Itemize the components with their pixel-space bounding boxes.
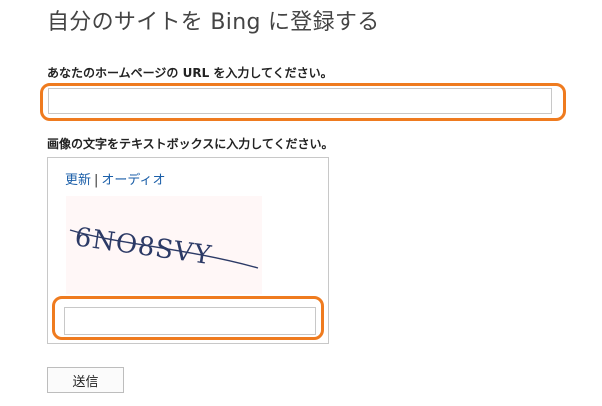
captcha-label: 画像の文字をテキストボックスに入力してください。 [47,137,334,151]
page-title: 自分のサイトを Bing に登録する [47,10,380,35]
url-input[interactable] [48,88,552,114]
url-field-label: あなたのホームページの URL を入力してください。 [47,66,333,80]
captcha-image-text: 6NO8SVY [73,222,214,271]
captcha-input[interactable] [64,307,316,335]
captcha-audio-link[interactable]: オーディオ [101,173,165,188]
captcha-link-separator: | [94,173,99,188]
captcha-image: 6NO8SVY [66,196,262,294]
captcha-refresh-link[interactable]: 更新 [65,173,91,188]
submit-button[interactable]: 送信 [47,367,124,393]
captcha-links: 更新 | オーディオ [65,169,166,188]
